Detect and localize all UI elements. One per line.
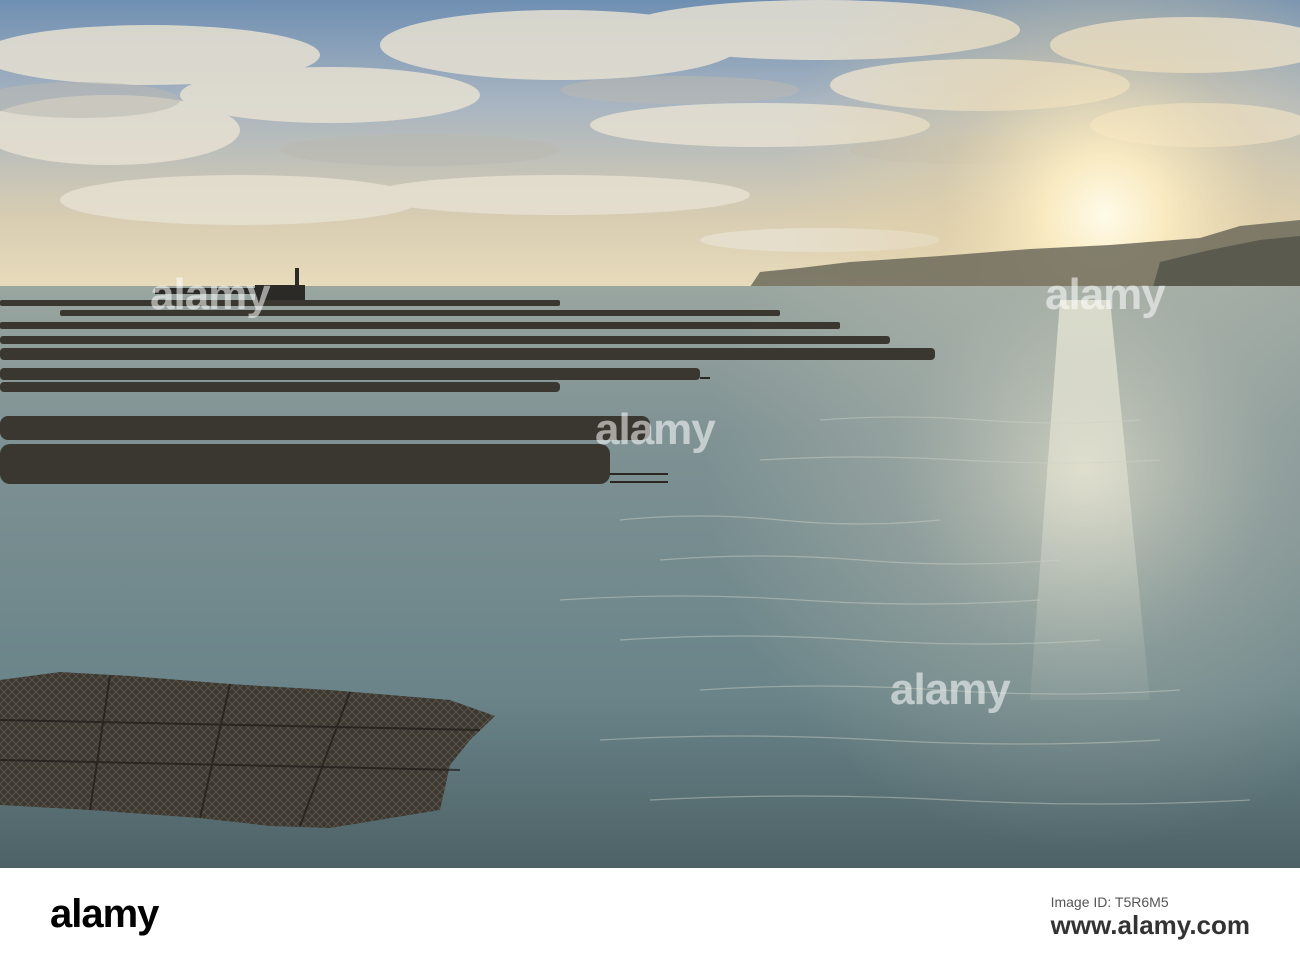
footer-bar: alamy Image ID: T5R6M5 www.alamy.com xyxy=(0,868,1300,957)
image-info: Image ID: T5R6M5 www.alamy.com xyxy=(1051,894,1250,940)
stock-photo: alamy alamy alamy alamy xyxy=(0,0,1300,868)
alamy-logo[interactable]: alamy xyxy=(50,890,159,938)
seascape-illustration xyxy=(0,0,1300,868)
image-id-label: Image ID: T5R6M5 xyxy=(1050,894,1169,910)
site-url[interactable]: www.alamy.com xyxy=(1051,910,1250,940)
